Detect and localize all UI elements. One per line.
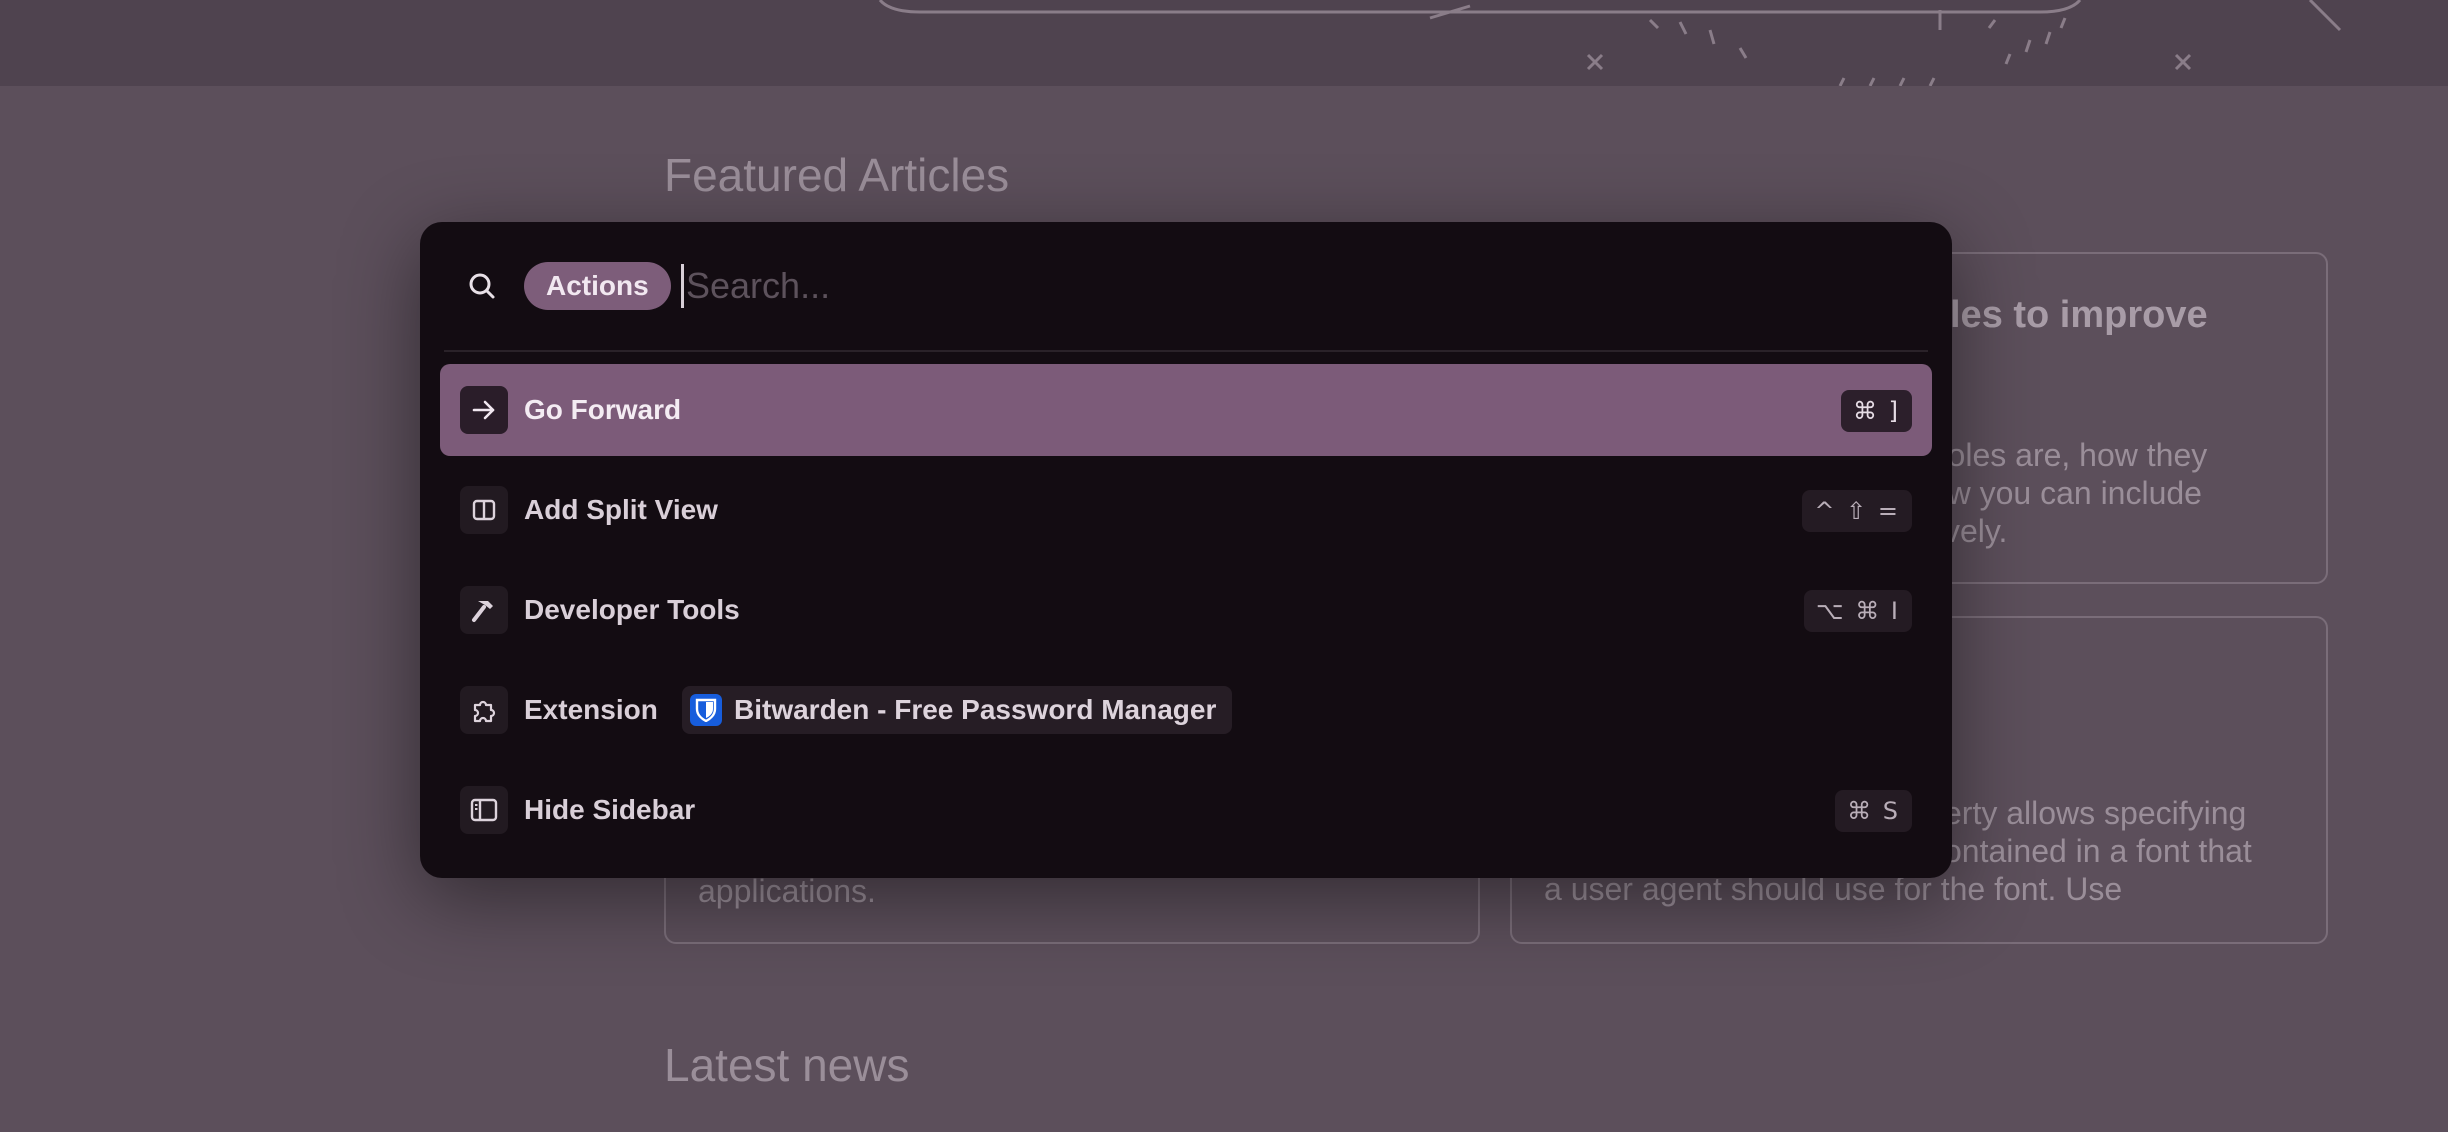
command-label: Hide Sidebar — [524, 794, 696, 825]
command-extension[interactable]: Extension Bitwarden - Free Password Mana… — [440, 664, 1932, 756]
command-hide-sidebar[interactable]: Hide Sidebar ⌘ S — [440, 764, 1932, 856]
hammer-icon — [460, 586, 508, 634]
shortcut-badge: ⌘ ] — [1841, 390, 1912, 432]
command-label: Developer Tools — [524, 594, 740, 625]
text-caret — [681, 264, 684, 308]
article-card-text-line: k roles are, how they — [1912, 437, 2208, 473]
command-add-split-view[interactable]: Add Split View ^ ⇧ = — [440, 464, 1932, 556]
bitwarden-shield-icon — [690, 694, 722, 726]
article-card-text-line: ctively. — [1912, 513, 2008, 549]
split-view-icon — [460, 486, 508, 534]
divider — [444, 350, 1928, 352]
article-card-text: k roles are, how they how you can includ… — [1912, 436, 2207, 550]
command-go-forward[interactable]: Go Forward ⌘ ] — [440, 364, 1932, 456]
search-row: Actions — [420, 222, 1952, 350]
command-developer-tools[interactable]: Developer Tools ⌥ ⌘ I — [440, 564, 1932, 656]
command-label: Add Split View — [524, 494, 718, 525]
extension-name: Bitwarden - Free Password Manager — [734, 694, 1217, 725]
shortcut-badge: ⌥ ⌘ I — [1804, 590, 1912, 632]
actions-mode-chip[interactable]: Actions — [524, 262, 671, 310]
latest-news-heading: Latest news — [664, 1039, 910, 1091]
command-palette: Actions Go Forward ⌘ ] Add Split View ^ … — [420, 222, 1952, 878]
sidebar-icon — [460, 786, 508, 834]
hero-banner — [0, 0, 2448, 86]
shortcut-badge: ^ ⇧ = — [1802, 490, 1912, 532]
hero-decoration — [878, 0, 2342, 86]
extension-tag: Bitwarden - Free Password Manager — [682, 686, 1233, 734]
featured-articles-heading: Featured Articles — [664, 149, 1010, 201]
shortcut-badge: ⌘ S — [1835, 790, 1912, 832]
search-icon — [469, 273, 495, 299]
command-label: Go Forward — [524, 394, 682, 425]
puzzle-icon — [460, 686, 508, 734]
article-card-text-line: how you can include — [1912, 475, 2202, 511]
arrow-right-icon — [460, 386, 508, 434]
command-label: Extension — [524, 694, 658, 725]
article-card-title: roles to improve — [1912, 294, 2208, 336]
search-input[interactable] — [680, 256, 1886, 316]
